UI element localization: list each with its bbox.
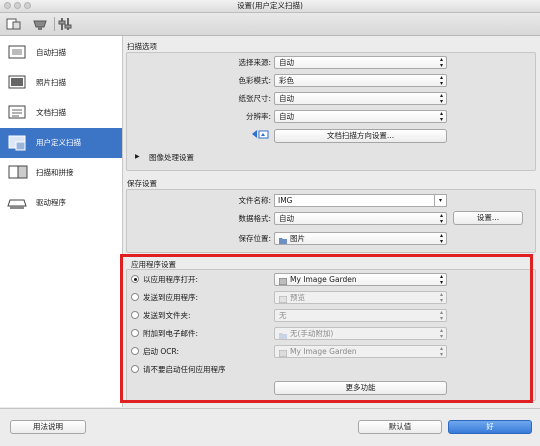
sidebar-item-auto-scan[interactable]: 自动扫描 [0,38,122,68]
file-name-label: 文件名称: [238,196,271,205]
sidebar-item-driver[interactable]: 驱动程序 [0,188,122,218]
sidebar-item-scan-and-stitch[interactable]: 扫描和拼接 [0,158,122,188]
source-select[interactable]: 自动 ▴ ▾ [274,56,447,69]
image-processing-settings-toggle[interactable]: 图像处理设置 [149,152,194,163]
highlight-frame [120,254,533,403]
sidebar-item-document-scan[interactable]: 文档扫描 [0,98,122,128]
save-location-label: 保存位置: [238,234,271,243]
select-arrows-icon: ▴ ▾ [439,74,443,87]
file-name-dropdown-arrow-icon[interactable]: ▾ [434,194,447,207]
photo-scan-icon [7,72,29,94]
sidebar: 自动扫描 照片扫描 文档扫描 用户定义扫描 扫描和拼接 驱动程序 [0,36,123,407]
data-format-label: 数据格式: [238,214,271,223]
paper-size-label: 纸张尺寸: [238,94,271,103]
data-format-settings-button[interactable]: 设置... [453,211,523,225]
ok-button[interactable]: 好 [448,420,532,434]
window-controls [4,2,31,9]
select-arrows-icon: ▴ ▾ [439,212,443,225]
driver-icon [7,192,29,214]
scan-from-computer-icon[interactable] [6,16,22,32]
window-title: 设置(用户定义扫描) [237,1,303,10]
minimize-window-button[interactable] [14,2,21,9]
auto-scan-icon [7,42,29,64]
window-titlebar: 设置(用户定义扫描) [0,0,540,13]
resolution-label: 分辨率: [245,112,271,121]
toolbar [0,13,540,36]
sidebar-item-custom-scan[interactable]: 用户定义扫描 [0,128,122,158]
close-window-button[interactable] [4,2,11,9]
bottom-bar: 用法说明 默认值 好 [0,408,540,446]
zoom-window-button[interactable] [24,2,31,9]
help-button[interactable]: 用法说明 [10,420,86,434]
custom-scan-icon [7,132,29,154]
color-mode-label: 色彩模式: [238,76,271,85]
disclosure-triangle-icon[interactable]: ▶ [135,153,140,160]
save-settings-title: 保存设置 [127,179,157,188]
orientation-icon [251,128,269,140]
folder-icon [279,236,287,244]
file-name-input[interactable]: IMG [274,194,437,207]
scan-options-title: 扫描选项 [127,42,157,51]
defaults-button[interactable]: 默认值 [358,420,442,434]
select-arrows-icon: ▴ ▾ [439,232,443,245]
source-label: 选择来源: [238,58,271,67]
scan-from-operation-panel-icon[interactable] [32,16,48,32]
color-mode-select[interactable]: 彩色 ▴ ▾ [274,74,447,87]
resolution-select[interactable]: 自动 ▴ ▾ [274,110,447,123]
document-scan-icon [7,102,29,124]
data-format-select[interactable]: 自动 ▴ ▾ [274,212,447,225]
select-arrows-icon: ▴ ▾ [439,92,443,105]
scan-and-stitch-icon [7,162,29,184]
select-arrows-icon: ▴ ▾ [439,110,443,123]
save-location-select[interactable]: 图片 ▴ ▾ [274,232,447,245]
document-orientation-button[interactable]: 文档扫描方向设置... [274,129,447,143]
paper-size-select[interactable]: 自动 ▴ ▾ [274,92,447,105]
sidebar-item-photo-scan[interactable]: 照片扫描 [0,68,122,98]
general-settings-icon[interactable] [58,16,74,32]
select-arrows-icon: ▴ ▾ [439,56,443,69]
